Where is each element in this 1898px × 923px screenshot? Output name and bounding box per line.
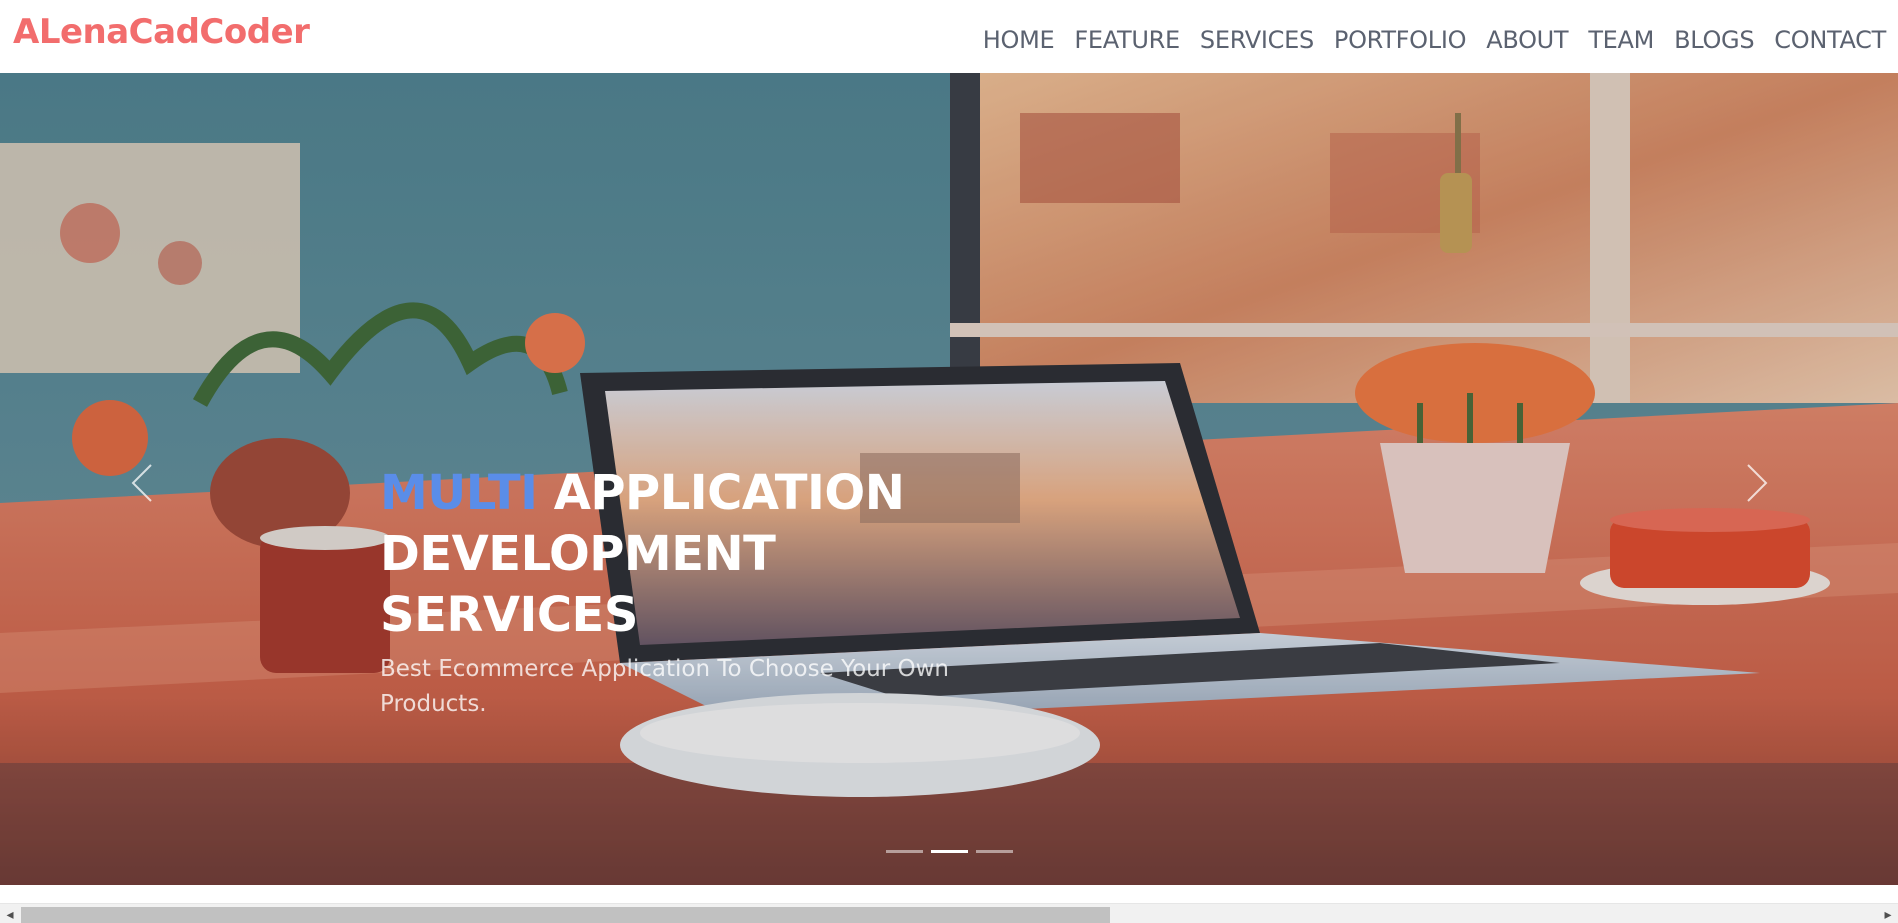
nav-home[interactable]: HOME — [973, 26, 1065, 54]
nav-about[interactable]: ABOUT — [1476, 26, 1578, 54]
scroll-left-icon: ◂ — [6, 905, 14, 922]
hero-subtext: Best Ecommerce Application To Choose You… — [380, 656, 949, 717]
scroll-left-button[interactable]: ◂ — [0, 904, 20, 923]
main-nav: HOME FEATURE SERVICES PORTFOLIO ABOUT TE… — [973, 26, 1887, 54]
carousel-indicator-2[interactable] — [931, 850, 968, 853]
scroll-right-icon: ▸ — [1884, 905, 1892, 922]
headline-accent: MULTI — [380, 465, 538, 521]
carousel-indicator-3[interactable] — [976, 850, 1013, 853]
nav-portfolio[interactable]: PORTFOLIO — [1324, 26, 1476, 54]
nav-team[interactable]: TEAM — [1578, 26, 1664, 54]
hero-headline: MULTI APPLICATION DEVELOPMENT SERVICES — [380, 463, 1000, 646]
chevron-left-icon — [131, 464, 152, 502]
site-header: ALenaCadCoder HOME FEATURE SERVICES PORT… — [0, 0, 1898, 73]
chevron-right-icon — [1747, 464, 1768, 502]
brand-logo[interactable]: ALenaCadCoder — [13, 12, 310, 52]
nav-feature[interactable]: FEATURE — [1064, 26, 1190, 54]
carousel-next-button[interactable] — [1737, 453, 1777, 513]
nav-contact[interactable]: CONTACT — [1764, 26, 1886, 54]
nav-blogs[interactable]: BLOGS — [1664, 26, 1764, 54]
horizontal-scrollbar[interactable]: ◂ ▸ — [0, 903, 1898, 923]
hero-caption: MULTI APPLICATION DEVELOPMENT SERVICES B… — [380, 463, 1000, 722]
scrollbar-thumb[interactable] — [21, 907, 1110, 923]
scroll-right-button[interactable]: ▸ — [1878, 904, 1898, 923]
carousel-indicator-1[interactable] — [886, 850, 923, 853]
nav-services[interactable]: SERVICES — [1190, 26, 1324, 54]
hero-carousel: MULTI APPLICATION DEVELOPMENT SERVICES B… — [0, 73, 1898, 885]
carousel-indicators — [886, 850, 1013, 853]
carousel-prev-button[interactable] — [122, 453, 162, 513]
